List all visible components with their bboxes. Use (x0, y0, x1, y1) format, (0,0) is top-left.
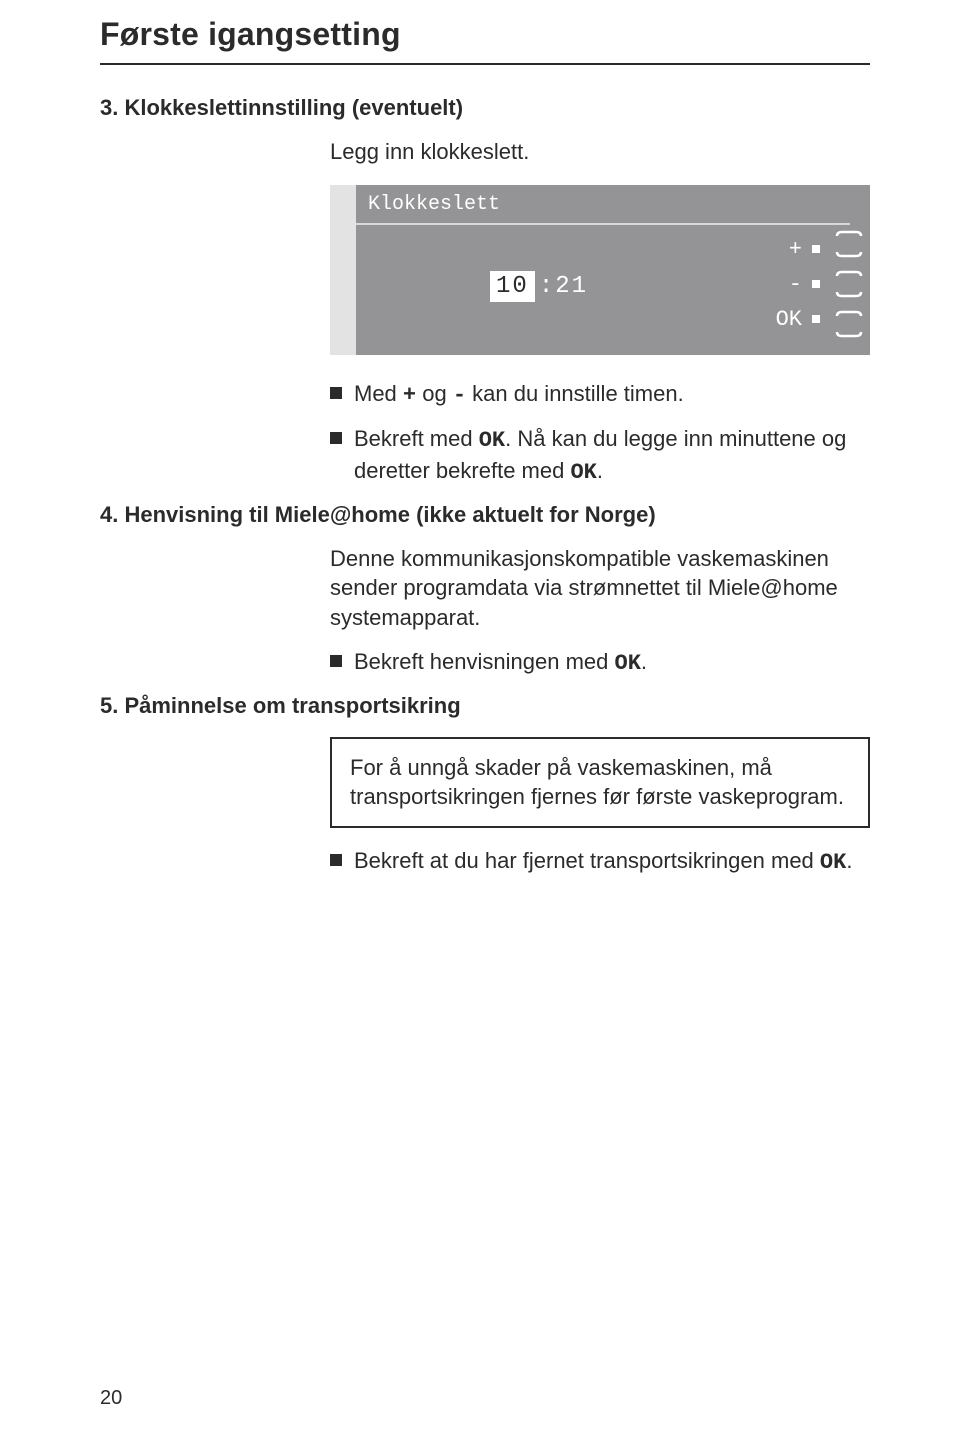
text: kan du innstille timen. (466, 381, 684, 406)
plus-row: + (776, 237, 820, 262)
bullet-icon (330, 432, 342, 444)
section5-heading: 5. Påminnelse om transportsikring (100, 693, 870, 719)
section3-bullet2: Bekreft med OK. Nå kan du legge inn minu… (330, 424, 870, 487)
time-hour: 10 (490, 271, 535, 302)
bullet-icon (330, 655, 342, 667)
page-title: Første igangsetting (100, 16, 870, 53)
text: Bekreft at du har fjernet transportsikri… (354, 848, 820, 873)
section4-para: Denne kommunikasjonskompatible vaskemask… (330, 544, 870, 633)
text: . (641, 649, 647, 674)
dot-icon (812, 245, 820, 253)
bullet-icon (330, 387, 342, 399)
bullet-text: Bekreft henvisningen med OK. (354, 647, 647, 679)
time-minute: :21 (539, 273, 588, 300)
ok-glyph: OK (820, 850, 846, 875)
text: Bekreft med (354, 426, 479, 451)
section4-bullet: Bekreft henvisningen med OK. (330, 647, 870, 679)
bracket-icon (834, 269, 864, 299)
dot-icon (812, 315, 820, 323)
bullet-icon (330, 854, 342, 866)
text: . (846, 848, 852, 873)
panel-leftstrip (330, 185, 356, 355)
ok-glyph: OK (615, 651, 641, 676)
ok-row: OK (776, 307, 820, 332)
text: Med (354, 381, 403, 406)
page-number: 20 (100, 1387, 122, 1410)
minus-row: - (776, 272, 820, 297)
bracket-icon (834, 309, 864, 339)
section4-heading: 4. Henvisning til Miele@home (ikke aktue… (100, 502, 870, 528)
ok-label: OK (776, 307, 802, 332)
minus-label: - (789, 272, 802, 297)
callout-text: For å unngå skader på vaskemaskinen, må … (350, 753, 850, 812)
display-panel: Klokkeslett 10 :21 + - OK (330, 185, 870, 355)
title-rule (100, 63, 870, 65)
ok-glyph: OK (570, 460, 596, 485)
panel-time: 10 :21 (490, 271, 588, 302)
panel-header: Klokkeslett (356, 185, 850, 225)
bullet-text: Bekreft at du har fjernet transportsikri… (354, 846, 852, 878)
section3-bullet1: Med + og - kan du innstille timen. (330, 379, 870, 411)
text: Bekreft henvisningen med (354, 649, 615, 674)
text: og (416, 381, 453, 406)
side-brackets (834, 229, 864, 339)
minus-glyph: - (453, 383, 466, 408)
callout-box: For å unngå skader på vaskemaskinen, må … (330, 737, 870, 828)
plus-label: + (789, 237, 802, 262)
plus-glyph: + (403, 383, 416, 408)
bullet-text: Med + og - kan du innstille timen. (354, 379, 684, 411)
section3-intro: Legg inn klokkeslett. (330, 137, 870, 167)
section3-heading: 3. Klokkeslettinnstilling (eventuelt) (100, 95, 870, 121)
panel-right-labels: + - OK (776, 237, 820, 332)
text: . (597, 458, 603, 483)
bullet-text: Bekreft med OK. Nå kan du legge inn minu… (354, 424, 870, 487)
ok-glyph: OK (479, 428, 505, 453)
dot-icon (812, 280, 820, 288)
section5-bullet: Bekreft at du har fjernet transportsikri… (330, 846, 870, 878)
bracket-icon (834, 229, 864, 259)
